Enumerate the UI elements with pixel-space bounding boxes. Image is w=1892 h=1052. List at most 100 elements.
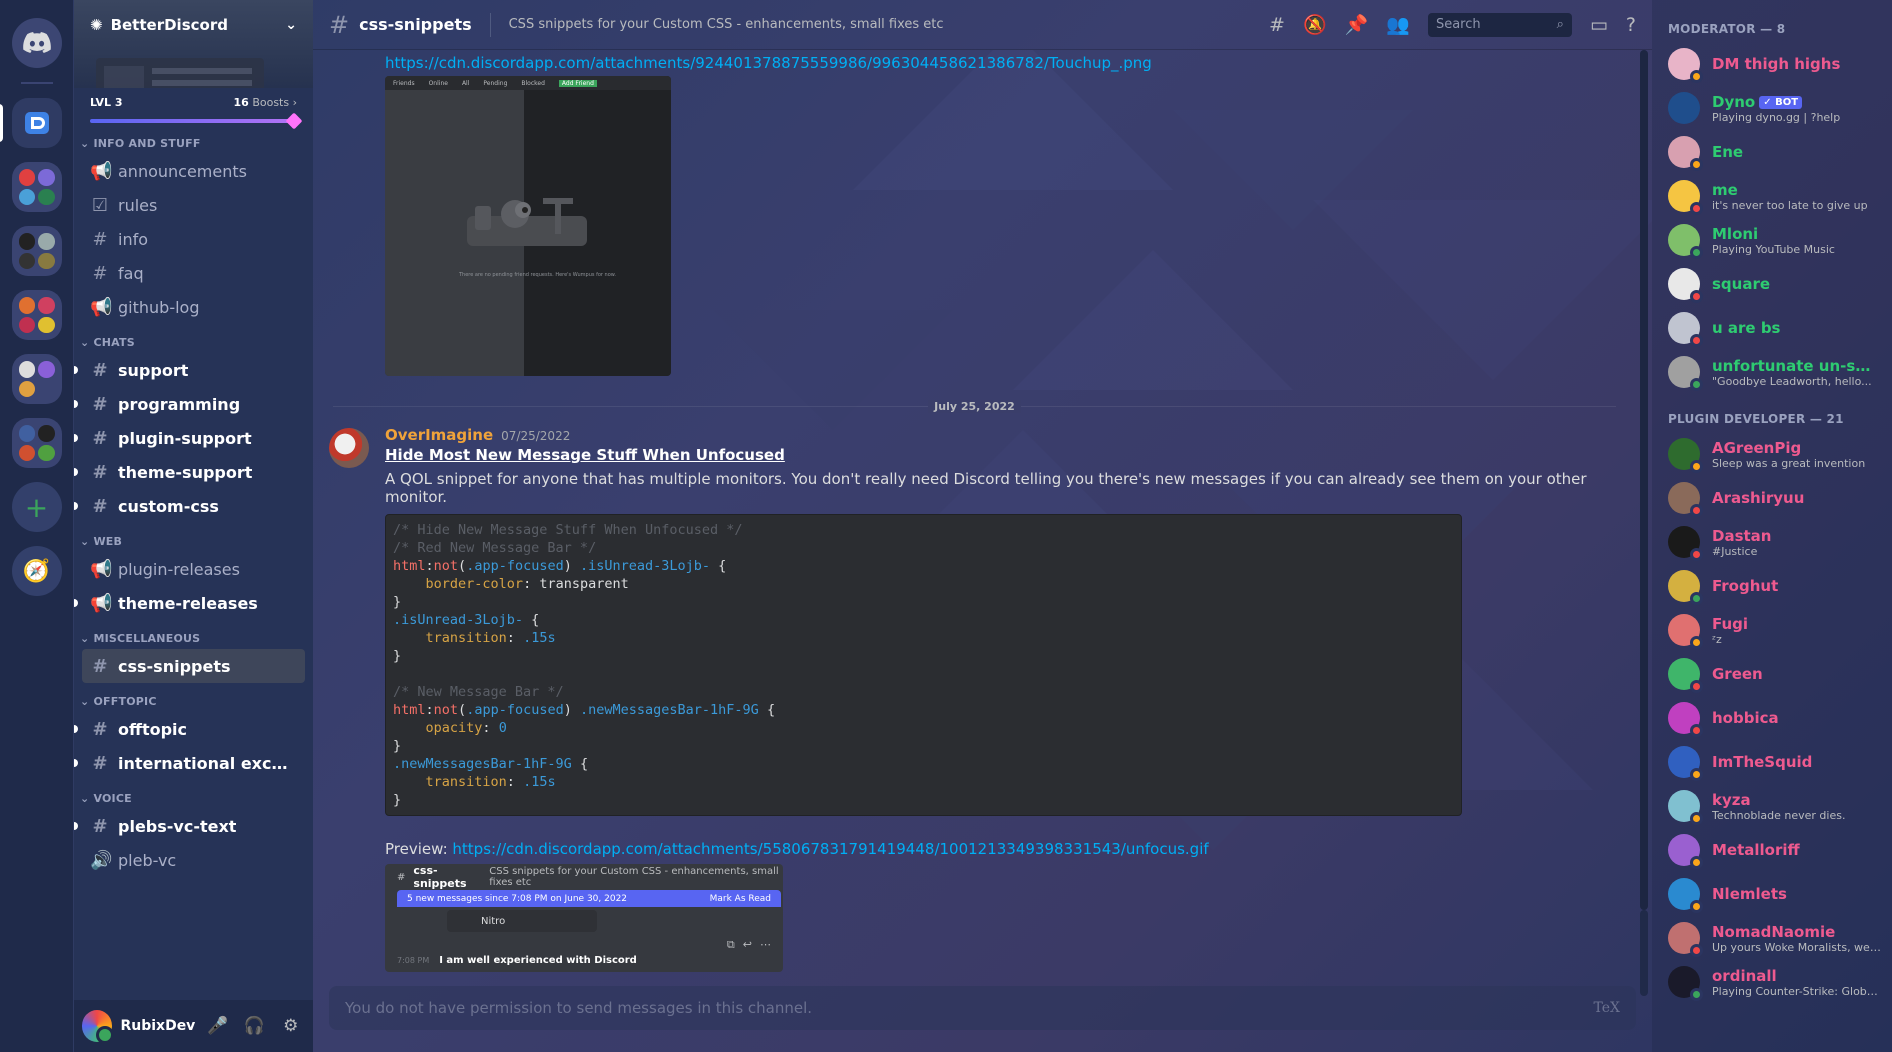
server-folder-3[interactable] [11,290,62,340]
member-item[interactable]: hobbica [1660,696,1884,740]
server-folder-5[interactable] [11,418,62,468]
code-line: /* Red New Message Bar */ [393,540,597,556]
code-block[interactable]: /* Hide New Message Stuff When Unfocused… [385,514,1462,816]
channel-plugin-releases[interactable]: 📢 plugin-releases [82,552,305,586]
server-folder-4[interactable] [11,354,62,404]
message[interactable]: OverImagine 07/25/2022 Hide Most New Mes… [329,426,1616,972]
chat-scrollbar[interactable] [1640,50,1648,996]
category-header[interactable]: ⌄ WEB [74,523,313,552]
member-item[interactable]: Arashiryuu [1660,476,1884,520]
member-item[interactable]: Mloni Playing YouTube Music [1660,218,1884,262]
channel-css-snippets[interactable]: # css-snippets [82,649,305,683]
category-header[interactable]: ⌄ INFO AND STUFF [74,137,313,154]
member-avatar [1668,92,1700,124]
channel-programming[interactable]: # programming [74,387,305,421]
channel-rules[interactable]: ☑ rules [82,188,305,222]
guild-header[interactable]: ✺ BetterDiscord ⌄ [74,0,313,50]
mute-bell-icon[interactable]: 🔕 [1303,13,1327,36]
member-item[interactable]: Froghut [1660,564,1884,608]
home-button[interactable] [11,18,62,68]
member-item[interactable]: Green [1660,652,1884,696]
member-name: Dastan [1712,526,1772,545]
status-indicator [1690,724,1703,737]
microphone-icon[interactable]: 🎤 [203,1016,232,1036]
member-item[interactable]: Metalloriff [1660,828,1884,872]
channel-label: github-log [118,297,200,317]
category-header[interactable]: ⌄ MISCELLANEOUS [74,620,313,649]
hash-icon: # [92,393,108,415]
member-item[interactable]: me it's never too late to give up [1660,174,1884,218]
category-header[interactable]: ⌄ OFFTOPIC [74,683,313,712]
touchup-attachment-link[interactable]: https://cdn.discordapp.com/attachments/9… [385,54,1152,72]
member-item[interactable]: DM thigh highs [1660,42,1884,86]
search-input[interactable]: Search ⌕ [1427,12,1572,37]
boost-progress[interactable]: LVL 3 16 Boosts › [74,88,313,130]
threads-icon[interactable]: # [1269,14,1285,36]
category-header[interactable]: ⌄ CHATS [74,324,313,353]
headphones-icon[interactable]: 🎧 [240,1016,269,1036]
member-item[interactable]: unfortunate un-str... "Goodbye Leadworth,… [1660,350,1884,394]
channel-theme-releases[interactable]: 📢 theme-releases [74,586,305,620]
message-body: A QOL snippet for anyone that has multip… [385,470,1587,506]
preview-gif-link[interactable]: https://cdn.discordapp.com/attachments/5… [452,840,1208,858]
channel-faq[interactable]: # faq [82,256,305,290]
channel-support[interactable]: # support [74,353,305,387]
image-tab: Blocked [521,79,545,87]
member-item[interactable]: kyza Technoblade never dies. [1660,784,1884,828]
channel-topic[interactable]: CSS snippets for your Custom CSS - enhan… [509,17,944,32]
code-line: } [393,594,402,610]
pinned-messages-icon[interactable]: 📌 [1345,13,1369,36]
add-server-button[interactable]: + [11,482,62,532]
image-tab: Online [428,79,448,87]
channel-label: programming [118,394,241,414]
settings-gear-icon[interactable]: ⚙ [276,1016,305,1036]
member-item[interactable]: AGreenPig Sleep was a great invention [1660,432,1884,476]
image-attachment[interactable]: Friends Online All Pending Blocked Add Friend… [385,76,671,376]
member-item[interactable]: NomadNaomie Up yours Woke Moralists, we'l… [1660,916,1884,960]
server-folder-2[interactable] [11,226,62,276]
member-item[interactable]: u are bs [1660,306,1884,350]
code-line: opacity: 0 [425,720,507,736]
member-item[interactable]: Dastan #Justice [1660,520,1884,564]
message-composer[interactable]: You do not have permission to send messa… [329,986,1636,1030]
member-avatar [1668,570,1703,605]
member-list-icon[interactable]: 👥 [1386,13,1410,36]
user-panel: RubixDev 🎤 🎧 ⚙ [74,1000,313,1052]
channel-international-except[interactable]: # international except ... [74,746,305,780]
member-name: NomadNaomie [1712,922,1836,941]
channel-list: ⌄ INFO AND STUFF 📢 announcements ☑ rules # info… [74,123,313,1000]
user-avatar[interactable] [82,1010,115,1044]
chat-area: # css-snippets CSS snippets for your Cus… [313,0,1652,1052]
member-item[interactable]: ordinall Playing Counter-Strike: Global .… [1660,960,1884,1004]
username[interactable]: RubixDev [120,1018,195,1034]
channel-plugin-support[interactable]: # plugin-support [74,421,305,455]
server-betterdiscord[interactable] [0,98,62,148]
member-item[interactable]: ImTheSquid [1660,740,1884,784]
channel-plebs-vc-text[interactable]: # plebs-vc-text [74,809,305,843]
channel-github-log[interactable]: 📢 github-log [82,290,305,324]
category-header[interactable]: ⌄ VOICE [74,780,313,809]
channel-offtopic[interactable]: # offtopic [74,712,305,746]
gif-attachment[interactable]: # css-snippets CSS snippets for your Custo… [385,864,783,972]
tex-button[interactable]: TeX [1593,1000,1620,1016]
member-avatar [1668,614,1703,649]
member-avatar [1668,312,1703,347]
server-folder-1[interactable] [11,162,62,212]
member-item[interactable]: Fugi ᶻz [1660,608,1884,652]
help-icon[interactable]: ? [1626,14,1636,36]
member-activity: Playing Counter-Strike: Global ... [1712,984,1882,998]
member-item[interactable]: square [1660,262,1884,306]
channel-theme-support[interactable]: # theme-support [74,455,305,489]
channel-pleb-vc[interactable]: 🔊 pleb-vc [82,843,305,877]
channel-info[interactable]: # info [82,222,305,256]
author-avatar[interactable] [329,428,369,468]
status-indicator [1690,70,1703,83]
inbox-icon[interactable]: ▭ [1590,14,1608,36]
member-item[interactable]: Ene [1660,130,1884,174]
member-item[interactable]: Dyno ✓ BOT Playing dyno.gg | ?help [1660,86,1884,130]
channel-custom-css[interactable]: # custom-css [74,489,305,523]
member-item[interactable]: Nlemlets [1660,872,1884,916]
channel-announcements[interactable]: 📢 announcements [82,154,305,188]
author-name[interactable]: OverImagine [385,426,493,444]
explore-servers-button[interactable]: 🧭 [11,546,62,596]
